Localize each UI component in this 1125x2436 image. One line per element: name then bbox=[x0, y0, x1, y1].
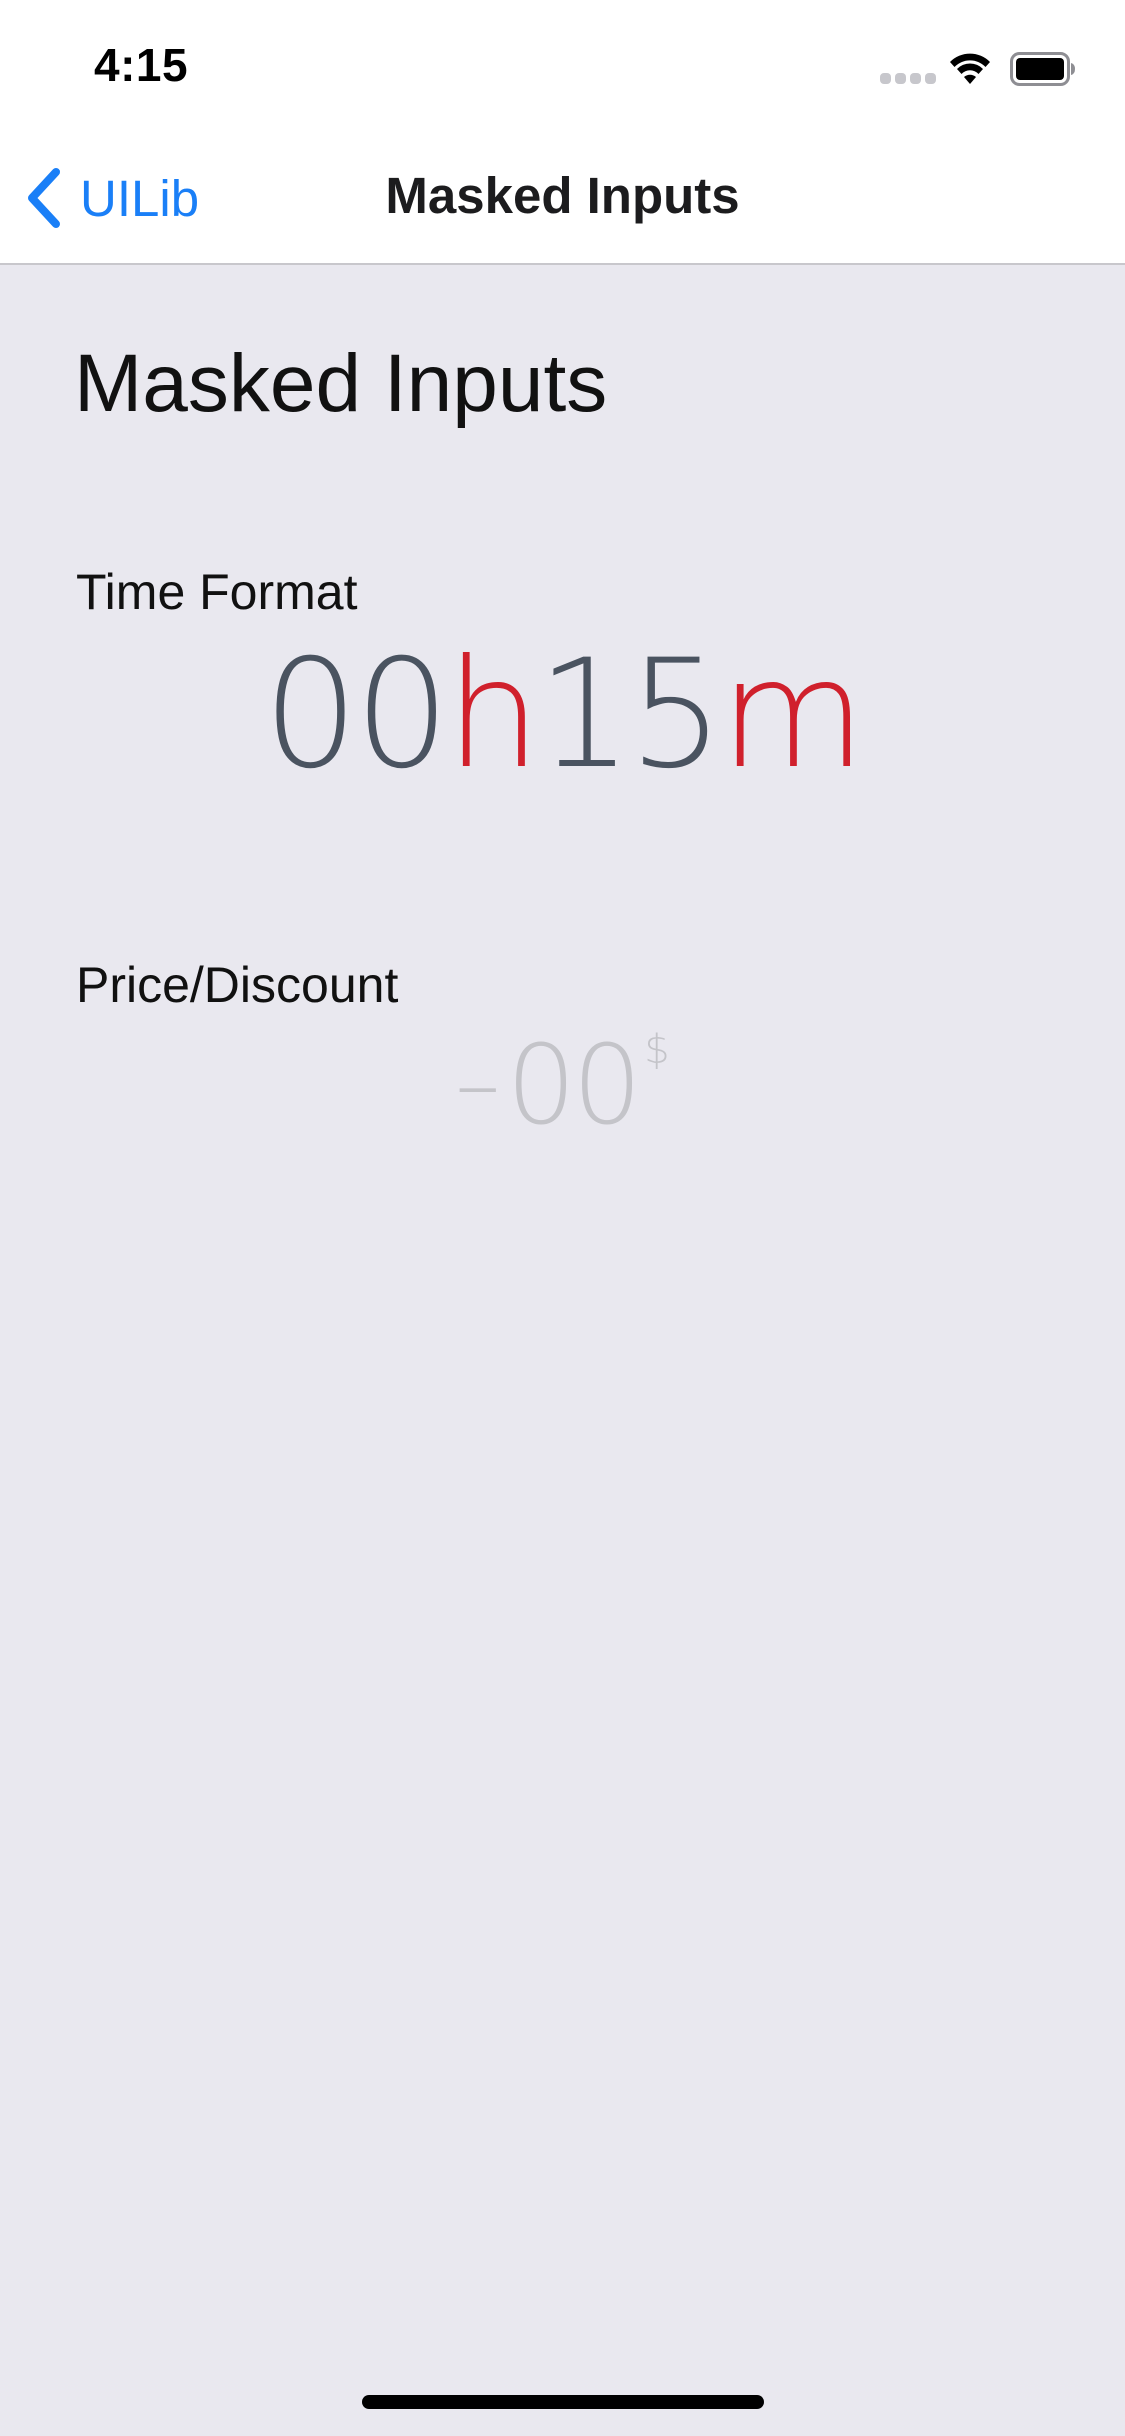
time-format-label: Time Format bbox=[76, 564, 358, 620]
battery-icon bbox=[1010, 52, 1075, 86]
price-amount: 00 bbox=[506, 1021, 642, 1149]
status-bar-time: 4:15 bbox=[94, 39, 189, 91]
time-hours-unit: h bbox=[445, 628, 541, 802]
price-discount-label: Price/Discount bbox=[76, 957, 399, 1013]
home-indicator[interactable] bbox=[362, 2395, 764, 2409]
price-currency: $ bbox=[644, 1027, 670, 1073]
price-discount-input[interactable]: –00 $ bbox=[0, 1030, 1125, 1140]
cellular-signal-icon bbox=[880, 73, 936, 85]
time-hours: 00 bbox=[263, 628, 450, 802]
wifi-icon bbox=[950, 53, 990, 84]
price-sign: – bbox=[455, 1032, 501, 1137]
top-chrome: 4:15 UILib Masked Inputs bbox=[0, 0, 1125, 265]
page-heading: Masked Inputs bbox=[74, 338, 608, 429]
time-minutes-unit: m bbox=[719, 628, 866, 802]
nav-title: Masked Inputs bbox=[385, 167, 740, 224]
time-format-input[interactable]: 00h15m bbox=[0, 640, 1125, 790]
time-minutes: 15 bbox=[536, 628, 724, 802]
